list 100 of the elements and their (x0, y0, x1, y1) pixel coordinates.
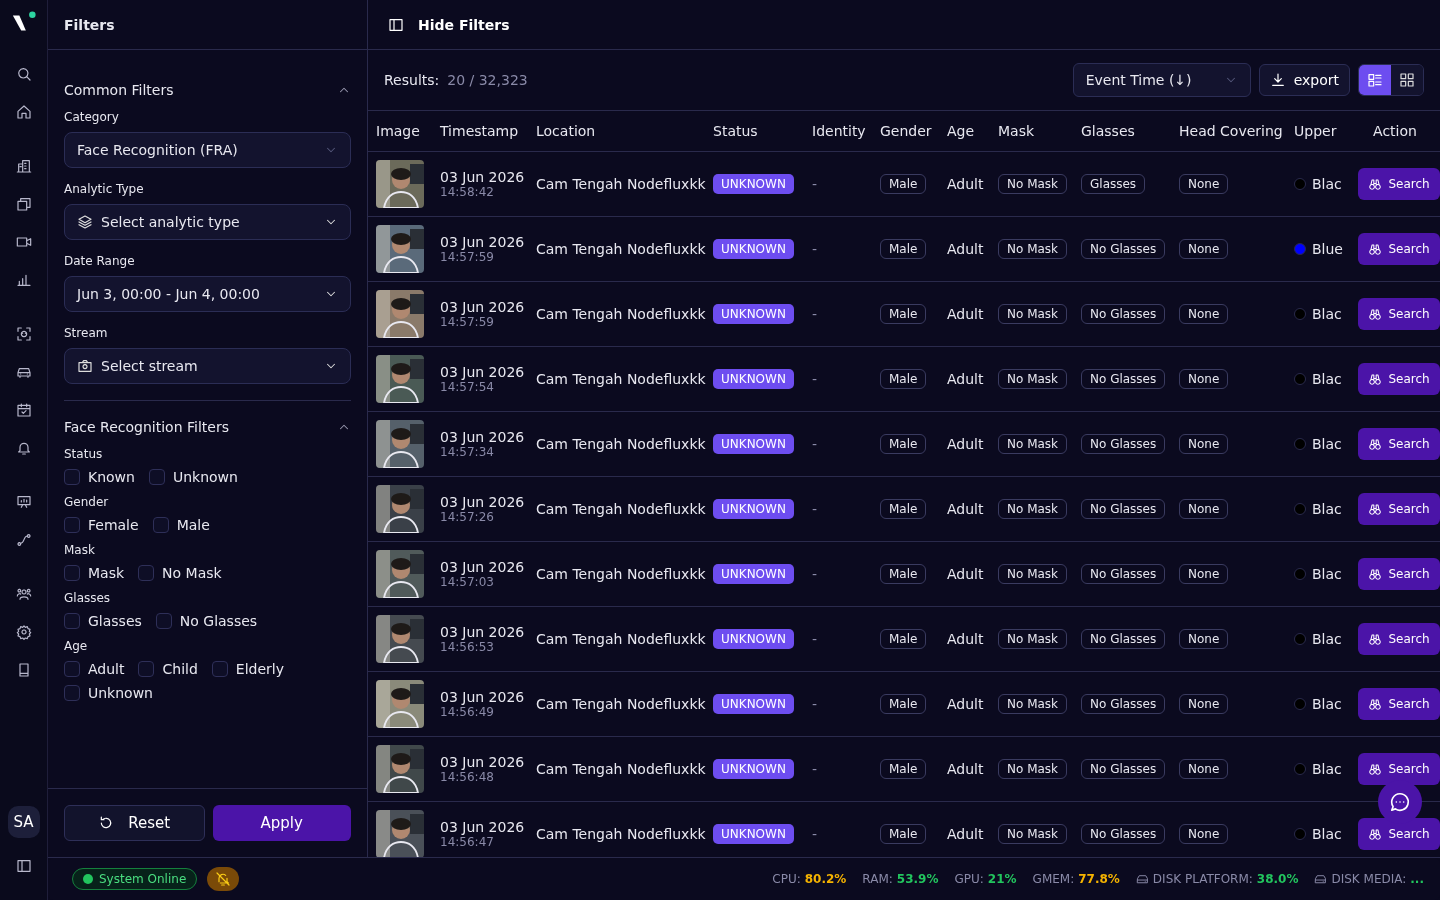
checkbox[interactable] (155, 613, 172, 629)
results-label: Results: (384, 72, 440, 88)
binoculars-icon (1368, 502, 1383, 516)
head-covering-tag: None (1179, 434, 1229, 454)
checkbox[interactable] (64, 469, 80, 485)
apply-button[interactable]: Apply (212, 805, 351, 841)
search-icon[interactable] (15, 66, 32, 82)
status-badge: UNKNOWN (713, 499, 794, 519)
checkbox-label[interactable]: No Glasses (179, 613, 258, 629)
search-button[interactable]: Search (1358, 233, 1440, 265)
video-camera-icon[interactable] (15, 234, 32, 250)
date-text: 03 Jun 2026 (440, 364, 526, 380)
window-icon[interactable] (15, 196, 32, 212)
people-icon[interactable] (15, 586, 32, 602)
identity-cell-text: - (811, 371, 819, 387)
reset-button[interactable]: Reset (64, 805, 205, 841)
search-button[interactable]: Search (1358, 623, 1440, 655)
sidebar-icon (388, 16, 404, 33)
face-scan-icon[interactable] (15, 326, 32, 342)
checkbox[interactable] (211, 661, 228, 677)
layers-icon (77, 214, 93, 230)
section-title: Face Recognition Filters (64, 419, 229, 435)
time-text: 14:56:48 (440, 770, 495, 784)
upper-color-text: Blac (1312, 501, 1342, 517)
settings-icon[interactable] (15, 624, 32, 640)
sort-dropdown[interactable]: Event Time (↓) (1072, 63, 1251, 97)
search-button[interactable]: Search (1358, 818, 1440, 850)
checkbox[interactable] (64, 613, 80, 629)
search-button[interactable]: Search (1358, 428, 1440, 460)
metric-value: ... (1410, 872, 1424, 886)
select-field[interactable]: Select stream (64, 348, 351, 384)
glasses-tag: No Glasses (1081, 434, 1166, 454)
select-field[interactable]: Select analytic type (64, 204, 351, 240)
checkbox-label[interactable]: Male (176, 517, 210, 533)
checkbox[interactable] (64, 685, 80, 701)
checkbox-label[interactable]: Mask (88, 565, 125, 581)
grid-icon (1399, 72, 1415, 88)
sidebar-toggle-icon[interactable] (15, 858, 32, 874)
search-button[interactable]: Search (1358, 688, 1440, 720)
search-button[interactable]: Search (1358, 753, 1440, 785)
checkbox[interactable] (64, 565, 80, 581)
bell-icon[interactable] (15, 440, 32, 456)
camera-icon (77, 358, 93, 374)
search-button[interactable]: Search (1358, 558, 1440, 590)
column-header: Upper (1293, 123, 1338, 139)
checkbox-label[interactable]: Unknown (88, 685, 153, 701)
age-cell-text: Adult (946, 631, 985, 647)
date-text: 03 Jun 2026 (440, 819, 526, 835)
upper-color-text: Blac (1312, 371, 1342, 387)
home-icon[interactable] (15, 104, 32, 120)
checkbox-label[interactable]: Adult (88, 661, 125, 677)
search-button[interactable]: Search (1358, 363, 1440, 395)
column-header: Action (1372, 123, 1418, 139)
metric-value: 80.2% (804, 872, 847, 886)
checkbox-label[interactable]: Known (88, 469, 135, 485)
building-icon[interactable] (15, 158, 32, 174)
checkbox-label[interactable]: No Mask (162, 565, 222, 581)
binoculars-icon (1368, 307, 1383, 321)
metric-label: GMEM: (1032, 872, 1075, 886)
route-icon[interactable] (15, 532, 32, 548)
user-avatar[interactable]: SA (7, 806, 40, 838)
group-label: Glasses (64, 591, 112, 605)
head-covering-tag: None (1179, 304, 1229, 324)
search-button[interactable]: Search (1358, 493, 1440, 525)
list-view-button[interactable] (1359, 65, 1391, 95)
binoculars-icon (1368, 437, 1383, 451)
notifications-off-button[interactable] (207, 867, 240, 891)
age-cell-text: Adult (946, 306, 985, 322)
column-header: Status (712, 123, 759, 139)
export-button[interactable]: export (1258, 64, 1350, 96)
checkbox[interactable] (152, 517, 169, 533)
calendar-icon[interactable] (15, 402, 32, 418)
checkbox-label[interactable]: Female (88, 517, 139, 533)
bar-chart-icon[interactable] (15, 272, 32, 288)
search-button[interactable]: Search (1358, 298, 1440, 330)
search-button[interactable]: Search (1358, 168, 1440, 200)
checkbox[interactable] (138, 661, 155, 677)
checkbox-label[interactable]: Elderly (235, 661, 284, 677)
panel-title: Filters (64, 16, 115, 33)
date-text: 03 Jun 2026 (440, 299, 526, 315)
hide-filters-button[interactable]: Hide Filters (388, 16, 510, 33)
column-header: Timestamp (439, 123, 520, 139)
checkbox-label[interactable]: Child (162, 661, 198, 677)
checkbox[interactable] (148, 469, 165, 485)
checkbox[interactable] (138, 565, 155, 581)
status-badge: UNKNOWN (713, 434, 794, 454)
head-covering-tag: None (1179, 499, 1229, 519)
group-label: Gender (64, 495, 110, 509)
checkbox[interactable] (64, 517, 80, 533)
list-icon (1367, 72, 1383, 88)
column-header: Mask (997, 123, 1036, 139)
date-text: 03 Jun 2026 (440, 494, 526, 510)
checkbox-label[interactable]: Glasses (88, 613, 142, 629)
presentation-board-icon[interactable] (15, 494, 32, 510)
grid-view-button[interactable] (1391, 65, 1423, 95)
group-label: Age (64, 639, 89, 653)
checkbox-label[interactable]: Unknown (172, 469, 238, 485)
checkbox[interactable] (64, 661, 80, 677)
select-field[interactable]: Jun 3, 00:00 - Jun 4, 00:00 (64, 276, 351, 312)
mask-tag: No Mask (998, 304, 1068, 324)
